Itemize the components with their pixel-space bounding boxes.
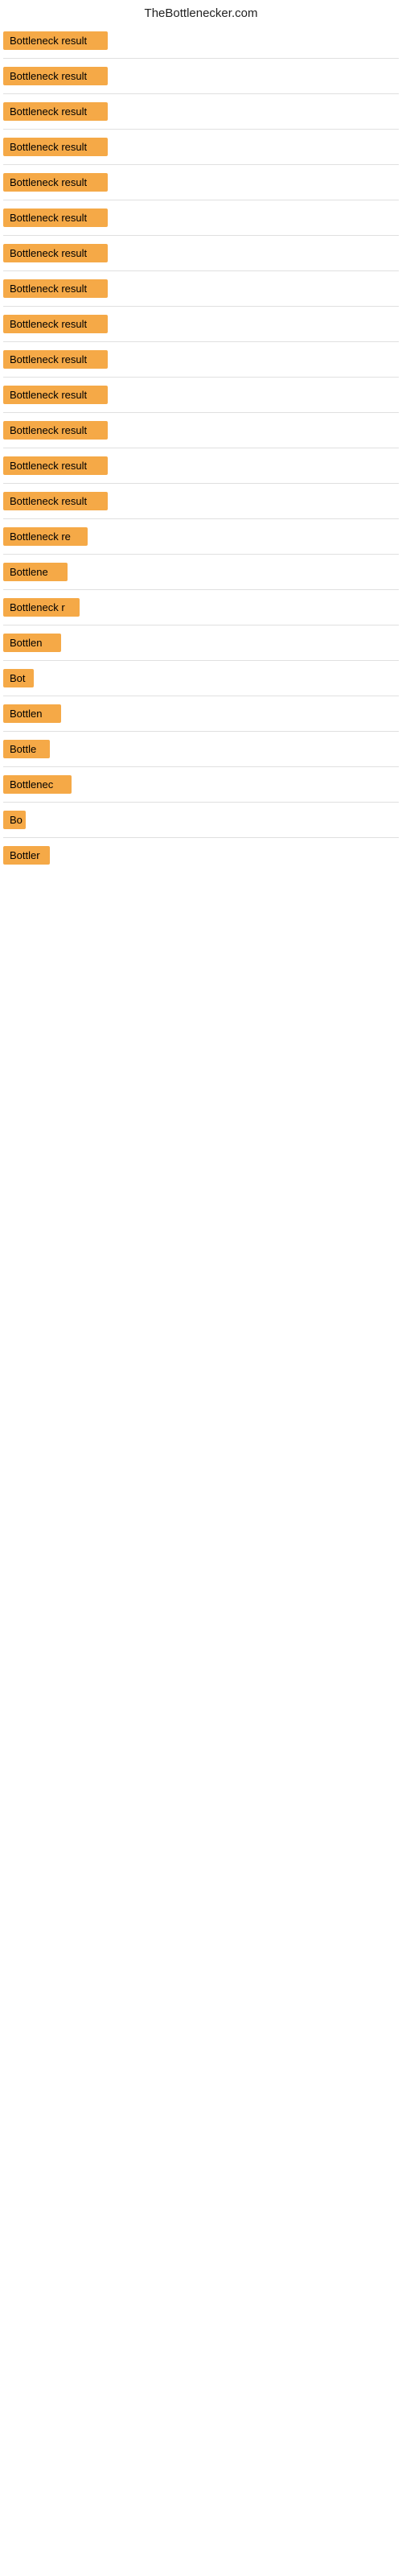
card-row: Bottleneck result bbox=[0, 484, 402, 518]
bottleneck-result-badge[interactable]: Bottleneck re bbox=[3, 527, 88, 546]
bottleneck-result-badge[interactable]: Bottlen bbox=[3, 634, 61, 652]
bottleneck-result-badge[interactable]: Bottleneck result bbox=[3, 173, 108, 192]
bottleneck-result-badge[interactable]: Bottlene bbox=[3, 563, 68, 581]
card-row: Bottleneck r bbox=[0, 590, 402, 625]
card-row: Bo bbox=[0, 803, 402, 837]
bottleneck-result-badge[interactable]: Bottlenec bbox=[3, 775, 72, 794]
card-row: Bottlen bbox=[0, 625, 402, 660]
bottleneck-result-badge[interactable]: Bottleneck result bbox=[3, 67, 108, 85]
bottleneck-result-badge[interactable]: Bottler bbox=[3, 846, 50, 865]
bottleneck-result-badge[interactable]: Bottleneck result bbox=[3, 102, 108, 121]
card-row: Bottler bbox=[0, 838, 402, 873]
card-row: Bottleneck result bbox=[0, 23, 402, 58]
bottleneck-result-badge[interactable]: Bottleneck result bbox=[3, 138, 108, 156]
bottleneck-result-badge[interactable]: Bottleneck result bbox=[3, 31, 108, 50]
card-row: Bottleneck result bbox=[0, 378, 402, 412]
bottom-spacer bbox=[0, 873, 402, 1356]
card-row: Bottleneck result bbox=[0, 448, 402, 483]
site-header: TheBottlenecker.com bbox=[0, 0, 402, 23]
card-row: Bottleneck result bbox=[0, 271, 402, 306]
bottleneck-result-badge[interactable]: Bottleneck result bbox=[3, 386, 108, 404]
bottleneck-result-badge[interactable]: Bottleneck result bbox=[3, 492, 108, 510]
card-row: Bottle bbox=[0, 732, 402, 766]
card-row: Bottleneck result bbox=[0, 342, 402, 377]
bottleneck-result-badge[interactable]: Bo bbox=[3, 811, 26, 829]
bottleneck-result-badge[interactable]: Bottleneck result bbox=[3, 315, 108, 333]
bottleneck-result-badge[interactable]: Bottleneck result bbox=[3, 244, 108, 262]
card-row: Bottlen bbox=[0, 696, 402, 731]
card-row: Bottleneck result bbox=[0, 130, 402, 164]
bottleneck-result-badge[interactable]: Bottleneck r bbox=[3, 598, 80, 617]
card-row: Bottleneck result bbox=[0, 59, 402, 93]
card-row: Bottleneck result bbox=[0, 413, 402, 448]
card-row: Bottleneck re bbox=[0, 519, 402, 554]
card-row: Bottlenec bbox=[0, 767, 402, 802]
bottleneck-result-badge[interactable]: Bottleneck result bbox=[3, 279, 108, 298]
card-row: Bottlene bbox=[0, 555, 402, 589]
bottleneck-result-badge[interactable]: Bottleneck result bbox=[3, 456, 108, 475]
bottleneck-result-badge[interactable]: Bottleneck result bbox=[3, 421, 108, 440]
card-row: Bot bbox=[0, 661, 402, 696]
bottleneck-result-badge[interactable]: Bot bbox=[3, 669, 34, 687]
card-row: Bottleneck result bbox=[0, 200, 402, 235]
card-row: Bottleneck result bbox=[0, 307, 402, 341]
card-row: Bottleneck result bbox=[0, 236, 402, 270]
cards-container: Bottleneck result Bottleneck result Bottle… bbox=[0, 23, 402, 873]
bottleneck-result-badge[interactable]: Bottleneck result bbox=[3, 208, 108, 227]
bottleneck-result-badge[interactable]: Bottlen bbox=[3, 704, 61, 723]
card-row: Bottleneck result bbox=[0, 165, 402, 200]
bottleneck-result-badge[interactable]: Bottle bbox=[3, 740, 50, 758]
bottleneck-result-badge[interactable]: Bottleneck result bbox=[3, 350, 108, 369]
site-title: TheBottlenecker.com bbox=[145, 6, 258, 20]
card-row: Bottleneck result bbox=[0, 94, 402, 129]
